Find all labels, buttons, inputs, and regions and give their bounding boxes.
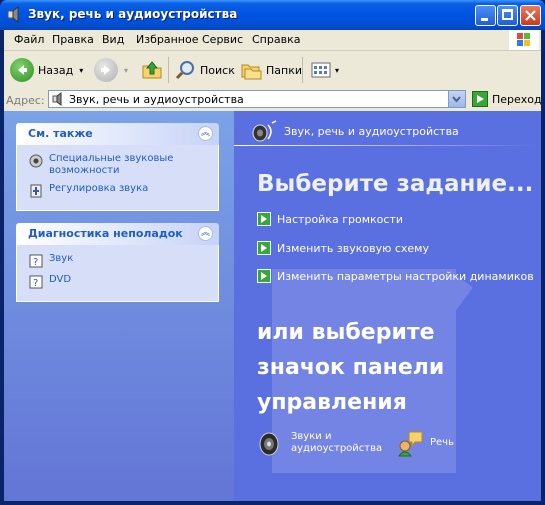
or-pick-icon-heading: или выберите значок панели управления (257, 320, 445, 415)
help-icon: ? (29, 275, 43, 289)
back-button[interactable]: Назад ▾ (10, 56, 83, 84)
explorer-window: Звук, речь и аудиоустройства Файл Правка… (0, 0, 545, 505)
address-label: Адрес: (6, 94, 45, 107)
speech-icon (397, 431, 423, 457)
svg-text:?: ? (33, 278, 38, 289)
menu-bar: Файл Правка Вид Избранное Сервис Справка (4, 30, 541, 51)
up-folder-button[interactable] (140, 56, 164, 84)
menu-edit[interactable]: Правка (52, 33, 94, 46)
menu-tools[interactable]: Сервис (202, 33, 243, 46)
forward-button[interactable]: ▾ (94, 56, 128, 84)
speaker-icon (259, 432, 279, 456)
maximize-button[interactable] (497, 5, 518, 26)
task-change-sound-scheme[interactable]: Изменить звуковую схему (257, 241, 429, 255)
views-button[interactable]: ▾ (310, 56, 339, 84)
chevron-down-icon (452, 96, 461, 103)
category-header: Звук, речь и аудиоустройства (250, 119, 459, 143)
menu-favorites[interactable]: Избранное (136, 33, 198, 46)
header-divider (234, 145, 541, 146)
svg-text:?: ? (33, 257, 38, 268)
menu-view[interactable]: Вид (102, 33, 124, 46)
address-value: Звук, речь и аудиоустройства (69, 93, 244, 106)
see-also-header[interactable]: См. также ︽ (16, 123, 219, 145)
help-icon: ? (29, 254, 43, 268)
troubleshoot-title: Диагностика неполадок (28, 227, 183, 240)
search-icon (175, 61, 194, 80)
menu-file[interactable]: Файл (14, 33, 44, 46)
window-bottom-border (0, 501, 545, 505)
troubleshoot-header[interactable]: Диагностика неполадок ︽ (16, 223, 219, 245)
link-troubleshoot-sound[interactable]: ? Звук (17, 253, 218, 268)
title-bar[interactable]: Звук, речь и аудиоустройства (0, 0, 545, 30)
task-arrow-icon (257, 241, 271, 255)
folders-label: Папки (266, 63, 302, 77)
cp-sounds-and-audio-devices[interactable]: Звуки и аудиоустройства (257, 429, 386, 457)
windows-logo-icon (509, 30, 539, 50)
task-pane: См. также ︽ Специальные звуковые возможн… (4, 111, 234, 501)
category-title: Звук, речь и аудиоустройства (284, 124, 459, 138)
see-also-title: См. также (28, 127, 93, 140)
folders-button[interactable]: Папки (240, 56, 302, 84)
main-pane: Звук, речь и аудиоустройства Выберите за… (234, 111, 541, 501)
volume-control-icon (30, 184, 42, 198)
task-arrow-icon (257, 212, 271, 226)
task-speaker-settings[interactable]: Изменить параметры настройки динамиков (257, 269, 534, 283)
address-bar: Адрес: Звук, речь и аудиоустройства Пере… (4, 89, 542, 111)
collapse-icon[interactable]: ︽ (198, 126, 213, 141)
menu-help[interactable]: Справка (252, 33, 300, 46)
address-field[interactable]: Звук, речь и аудиоустройства (48, 90, 466, 108)
collapse-icon[interactable]: ︽ (198, 226, 213, 241)
folders-icon (241, 64, 262, 80)
views-icon (311, 62, 331, 78)
link-volume-control[interactable]: Регулировка звука (17, 183, 218, 198)
link-accessibility-sounds[interactable]: Специальные звуковые возможности (17, 153, 218, 177)
speaker-icon (52, 92, 62, 106)
search-button[interactable]: Поиск (174, 56, 235, 84)
troubleshoot-panel: Диагностика неполадок ︽ ? Звук ? DVD (16, 223, 219, 302)
see-also-panel: См. также ︽ Специальные звуковые возможн… (16, 123, 219, 211)
minimize-button[interactable] (475, 5, 496, 26)
up-folder-icon (142, 61, 162, 79)
link-troubleshoot-dvd[interactable]: ? DVD (17, 274, 218, 289)
window-title: Звук, речь и аудиоустройства (28, 7, 238, 21)
address-dropdown-button[interactable] (448, 91, 465, 107)
toolbar: Назад ▾ ▾ Поиск Папки ▾ (4, 51, 541, 90)
task-arrow-icon (257, 269, 271, 283)
go-label: Переход (492, 92, 542, 106)
accessibility-speaker-icon (29, 154, 43, 168)
go-arrow-icon (472, 91, 488, 107)
speaker-icon (7, 6, 19, 23)
search-label: Поиск (200, 63, 235, 77)
cp-speech[interactable]: Речь (396, 429, 454, 457)
back-label: Назад (38, 63, 74, 77)
task-adjust-volume[interactable]: Настройка громкости (257, 212, 403, 226)
go-button[interactable]: Переход (472, 91, 542, 107)
close-icon (525, 10, 536, 21)
content-area: См. также ︽ Специальные звуковые возможн… (4, 111, 541, 501)
speaker-icon (252, 120, 277, 142)
close-button[interactable] (520, 5, 541, 26)
choose-task-heading: Выберите задание... (257, 171, 534, 197)
back-arrow-icon (10, 58, 34, 82)
forward-arrow-icon (94, 58, 118, 82)
